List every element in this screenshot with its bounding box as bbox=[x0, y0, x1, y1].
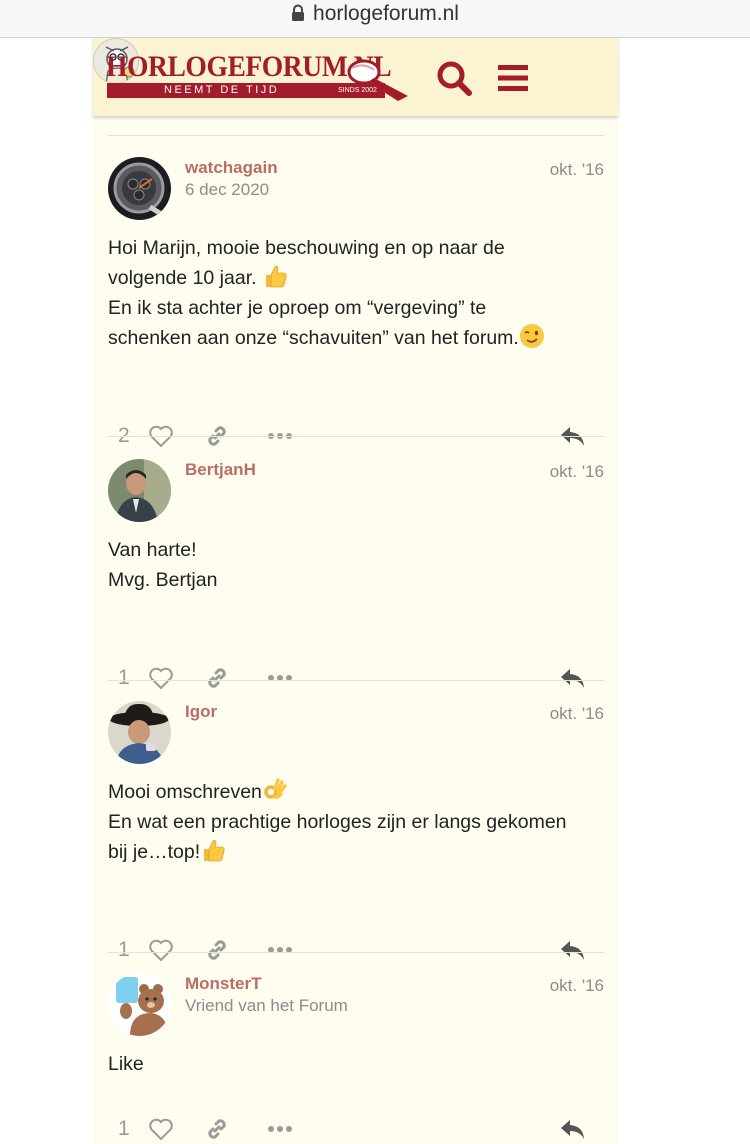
post-text-line: Van harte! bbox=[108, 539, 197, 561]
post-body: Van harte! Mvg. Bertjan bbox=[108, 535, 604, 595]
reply-icon[interactable] bbox=[559, 938, 586, 962]
post-text-line: volgende 10 jaar. bbox=[108, 267, 257, 289]
post: MonsterT Vriend van het Forum okt. '16 L… bbox=[108, 973, 604, 1144]
user-title: 6 dec 2020 bbox=[185, 180, 270, 199]
avatar[interactable] bbox=[108, 459, 171, 522]
post: Igor okt. '16 Mooi omschreven En wat een… bbox=[108, 701, 604, 962]
post-date[interactable]: okt. '16 bbox=[550, 975, 604, 997]
search-icon bbox=[437, 61, 472, 96]
link-icon[interactable] bbox=[204, 665, 230, 691]
forum-page: HORLOGEFORUM.NL NEEMT DE TIJD SINDS 2002 bbox=[93, 38, 618, 1144]
link-icon[interactable] bbox=[204, 1116, 230, 1142]
magnifier-logo-icon bbox=[347, 59, 408, 101]
hamburger-menu-icon bbox=[498, 65, 528, 91]
more-options-icon[interactable] bbox=[267, 1125, 293, 1133]
post-text-line: bij je…top! bbox=[108, 841, 201, 863]
thumbs-up-emoji-icon bbox=[265, 265, 287, 288]
post: watchagain 6 dec 2020 okt. '16 Hoi Marij… bbox=[108, 157, 604, 448]
post-text-line: Mooi omschreven bbox=[108, 781, 262, 803]
divider bbox=[108, 952, 604, 953]
lock-icon bbox=[292, 4, 305, 21]
post-actions: 1 bbox=[108, 1114, 604, 1144]
post-body: Mooi omschreven En wat een prachtige hor… bbox=[108, 777, 604, 867]
site-header: HORLOGEFORUM.NL NEEMT DE TIJD SINDS 2002 bbox=[93, 38, 618, 116]
post-date[interactable]: okt. '16 bbox=[550, 703, 604, 725]
avatar[interactable] bbox=[108, 701, 171, 764]
post-text-line: Like bbox=[108, 1053, 144, 1075]
reply-icon[interactable] bbox=[559, 1117, 586, 1141]
post-text-line: Mvg. Bertjan bbox=[108, 569, 218, 591]
thumbs-up-emoji-icon bbox=[204, 839, 225, 862]
divider bbox=[108, 135, 604, 136]
post-body: Hoi Marijn, mooie beschouwing en op naar… bbox=[108, 233, 604, 353]
username[interactable]: Igor bbox=[185, 701, 217, 723]
site-logo[interactable]: HORLOGEFORUM.NL NEEMT DE TIJD SINDS 2002 bbox=[106, 52, 418, 102]
post-text-line: schenken aan onze “schavuiten” van het f… bbox=[108, 327, 519, 349]
username[interactable]: watchagain bbox=[185, 157, 278, 179]
post-date[interactable]: okt. '16 bbox=[550, 461, 604, 483]
like-count[interactable]: 1 bbox=[118, 1114, 130, 1144]
post-actions: 1 bbox=[108, 663, 604, 693]
link-icon[interactable] bbox=[204, 937, 230, 963]
watch-avatar-image bbox=[108, 157, 171, 220]
like-count[interactable]: 1 bbox=[118, 663, 130, 693]
heart-icon[interactable] bbox=[148, 1117, 174, 1141]
browser-url-bar[interactable]: horlogeforum.nl bbox=[0, 0, 750, 38]
post-text-line: Hoi Marijn, mooie beschouwing en op naar… bbox=[108, 237, 505, 259]
avatar[interactable] bbox=[108, 973, 171, 1036]
menu-button[interactable] bbox=[493, 58, 533, 98]
username[interactable]: MonsterT bbox=[185, 973, 262, 995]
reply-icon[interactable] bbox=[559, 666, 586, 690]
heart-icon[interactable] bbox=[148, 938, 174, 962]
post-text-line: En ik sta achter je oproep om “vergeving… bbox=[108, 297, 487, 319]
winking-face-emoji-icon bbox=[519, 324, 544, 348]
divider bbox=[108, 436, 604, 437]
ok-hand-emoji-icon bbox=[264, 778, 287, 799]
user-title: Vriend van het Forum bbox=[185, 996, 348, 1015]
post-date[interactable]: okt. '16 bbox=[550, 159, 604, 181]
bear-avatar-image bbox=[108, 973, 171, 1036]
logo-tagline: NEEMT DE TIJD bbox=[164, 84, 280, 96]
post-text-line: En wat een prachtige horloges zijn er la… bbox=[108, 811, 567, 833]
post-body: Like bbox=[108, 1049, 604, 1079]
cowboy-hat-avatar-image bbox=[108, 701, 171, 764]
search-button[interactable] bbox=[434, 58, 474, 98]
post-actions: 1 bbox=[108, 935, 604, 965]
person-avatar-image bbox=[108, 459, 171, 522]
username[interactable]: BertjanH bbox=[185, 459, 256, 481]
post: BertjanH okt. '16 Van harte! Mvg. Bertja… bbox=[108, 459, 604, 690]
divider bbox=[108, 680, 604, 681]
heart-icon[interactable] bbox=[148, 666, 174, 690]
url-display[interactable]: horlogeforum.nl bbox=[0, 2, 750, 26]
like-count[interactable]: 1 bbox=[118, 935, 130, 965]
avatar[interactable] bbox=[108, 157, 171, 220]
url-text: horlogeforum.nl bbox=[313, 2, 459, 25]
